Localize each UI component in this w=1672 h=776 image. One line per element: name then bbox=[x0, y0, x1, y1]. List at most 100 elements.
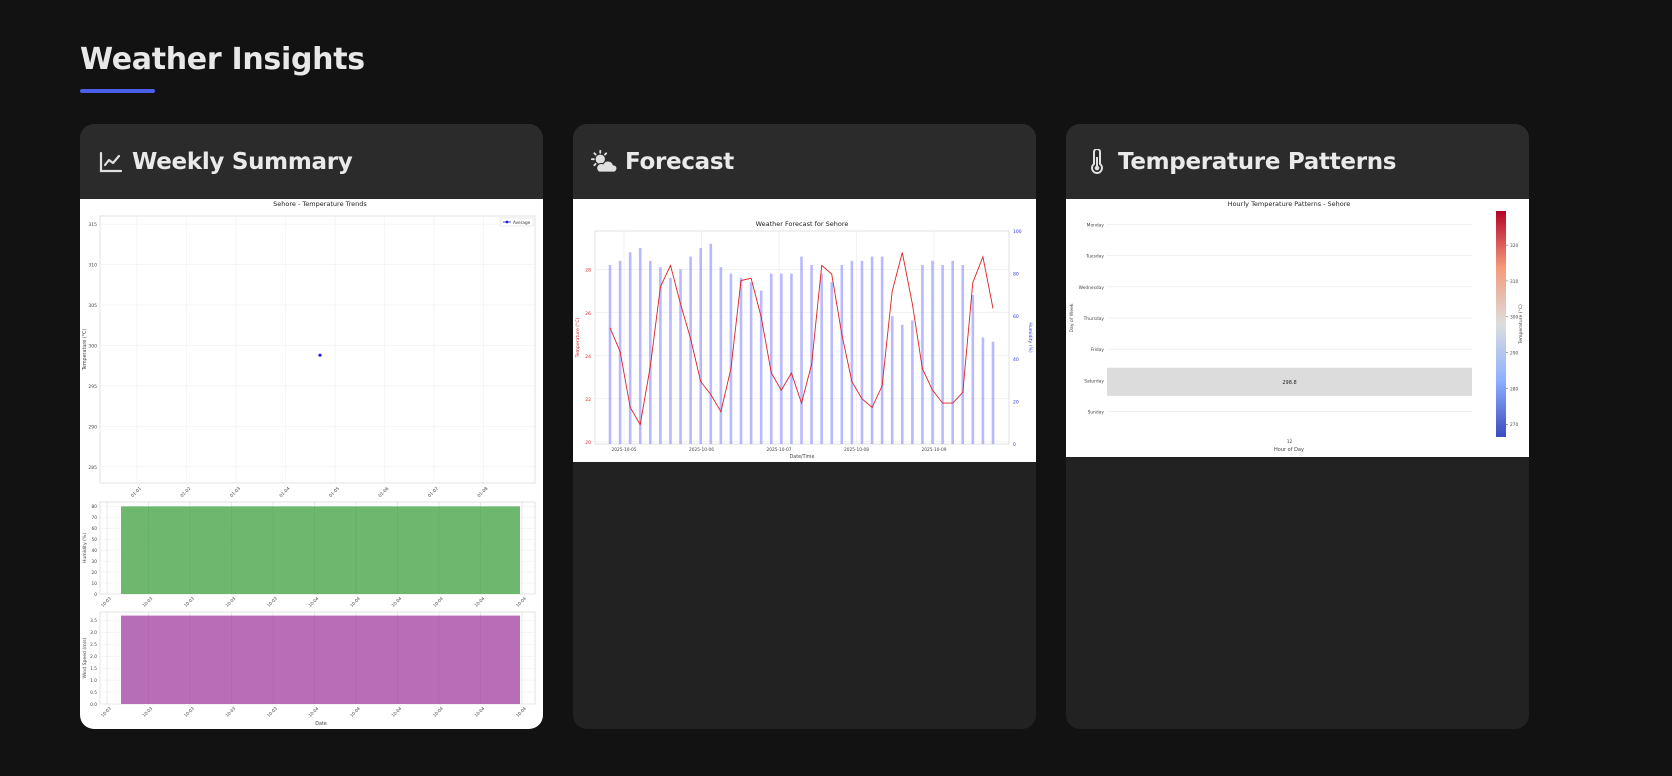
weekly-summary-svg: Sehore - Temperature Trends2852902953003… bbox=[82, 200, 536, 727]
forecast-humidity-bar bbox=[870, 256, 874, 444]
humidity-xtick: 10-03 bbox=[266, 596, 278, 608]
temp-trends-xtick: 01-03 bbox=[229, 486, 242, 499]
weekly-summary-chart: Sehore - Temperature Trends 285 290 295 300 3… bbox=[80, 199, 543, 729]
wind-xtick: 10-04 bbox=[473, 706, 485, 718]
forecast-humidity-bar bbox=[941, 265, 944, 444]
colorbar-tick-label: 270 bbox=[1510, 422, 1518, 428]
forecast-humidity-bar bbox=[679, 269, 682, 444]
temp-trends-ytick: 285 bbox=[88, 465, 97, 471]
patterns-title: Hourly Temperature Patterns - Sehore bbox=[1228, 200, 1351, 208]
forecast-humidity-bar bbox=[860, 260, 864, 444]
humidity-ylabel: Humidity (%) bbox=[82, 533, 88, 563]
forecast-chart: Weather Forecast for Sehore 20 22 24 26 28 0 20… bbox=[573, 199, 1036, 462]
wind-ytick: 1.5 bbox=[90, 666, 97, 672]
wind-ytick: 0.0 bbox=[90, 702, 97, 708]
temp-trends-legend-label: Average bbox=[513, 220, 531, 225]
forecast-humidity-bar bbox=[931, 260, 934, 444]
temp-trends-title: Sehore - Temperature Trends bbox=[273, 200, 367, 208]
wind-ytick: 0.5 bbox=[90, 690, 97, 696]
wind-ylabel: Wind Speed (m/s) bbox=[82, 637, 88, 678]
humidity-xtick: 10-04 bbox=[432, 596, 444, 608]
forecast-humidity-bar bbox=[689, 256, 692, 444]
forecast-y2tick: 80 bbox=[1013, 272, 1019, 278]
forecast-humidity-bar bbox=[628, 252, 632, 444]
colorbar-tick-label: 290 bbox=[1510, 350, 1518, 356]
forecast-y2tick: 60 bbox=[1013, 314, 1019, 320]
forecast-humidity-bar bbox=[749, 282, 753, 444]
forecast-ytick: 24 bbox=[585, 354, 591, 360]
colorbar-tick-label: 320 bbox=[1510, 243, 1518, 249]
forecast-humidity-bar bbox=[769, 273, 773, 444]
patterns-day-label: Saturday bbox=[1084, 378, 1104, 384]
humidity-xtick: 10-03 bbox=[224, 596, 236, 608]
humidity-xtick: 10-04 bbox=[473, 596, 485, 608]
forecast-humidity-bar bbox=[719, 267, 723, 444]
humidity-xtick: 10-03 bbox=[183, 596, 195, 608]
page-title: Weather Insights bbox=[80, 42, 365, 77]
forecast-humidity-bar bbox=[900, 324, 904, 444]
forecast-ytick: 26 bbox=[585, 311, 591, 317]
forecast-humidity-bar bbox=[699, 248, 703, 444]
forecast-y2tick: 20 bbox=[1013, 399, 1019, 405]
forecast-y2tick: 0 bbox=[1013, 442, 1016, 448]
humidity-bar bbox=[121, 506, 520, 594]
humidity-xtick: 10-03 bbox=[100, 596, 112, 608]
colorbar-label: Temperature (°C) bbox=[1518, 304, 1524, 345]
wind-xtick: 10-04 bbox=[307, 706, 319, 718]
forecast-ytick: 20 bbox=[585, 440, 591, 446]
humidity-xtick: 10-03 bbox=[141, 596, 153, 608]
forecast-humidity-bar bbox=[890, 316, 894, 444]
wind-xtick: 10-03 bbox=[266, 706, 278, 718]
humidity-ytick: 70 bbox=[92, 515, 98, 521]
temp-trends-legend-marker bbox=[505, 220, 509, 224]
humidity-ytick: 60 bbox=[92, 526, 98, 532]
weekly-summary-card: Weekly Summary Sehore - Temperature Tren… bbox=[80, 124, 543, 729]
forecast-humidity-bar bbox=[780, 273, 783, 444]
title-underline bbox=[80, 89, 155, 93]
forecast-humidity-bar bbox=[739, 277, 743, 444]
wind-xtick: 10-04 bbox=[349, 706, 361, 718]
temp-trends-xtick: 01-05 bbox=[328, 486, 341, 499]
wind-xtick: 10-03 bbox=[141, 706, 153, 718]
forecast-humidity-bar bbox=[961, 265, 965, 444]
temperature-patterns-title: Temperature Patterns bbox=[1118, 148, 1397, 175]
forecast-ytick: 28 bbox=[585, 268, 591, 274]
forecast-humidity-bar bbox=[921, 265, 924, 444]
wind-ytick: 1.0 bbox=[90, 678, 97, 684]
wind-ytick: 3.0 bbox=[90, 630, 97, 636]
forecast-humidity-bar bbox=[971, 294, 975, 444]
humidity-ytick: 40 bbox=[92, 548, 98, 554]
patterns-day-label: Monday bbox=[1087, 223, 1105, 229]
temp-trends-xtick: 01-04 bbox=[278, 486, 291, 499]
patterns-day-label: Tuesday bbox=[1085, 254, 1104, 260]
humidity-ytick: 80 bbox=[92, 504, 98, 510]
forecast-humidity-bar bbox=[709, 243, 713, 444]
forecast-humidity-bar bbox=[649, 260, 652, 444]
temp-trends-point bbox=[318, 353, 322, 357]
patterns-xlabel: Hour of Day bbox=[1274, 447, 1304, 453]
forecast-humidity-bar bbox=[790, 273, 793, 444]
forecast-ytick: 22 bbox=[585, 397, 591, 403]
forecast-humidity-bar bbox=[608, 265, 612, 444]
colorbar-tick-label: 300 bbox=[1510, 315, 1518, 321]
humidity-xtick: 10-04 bbox=[307, 596, 319, 608]
wind-xtick: 10-04 bbox=[390, 706, 402, 718]
forecast-humidity-bar bbox=[638, 248, 642, 444]
forecast-chart-title: Weather Forecast for Sehore bbox=[756, 220, 849, 228]
forecast-humidity-bar bbox=[951, 260, 954, 444]
forecast-xtick: 2025-10-07 bbox=[767, 447, 792, 453]
humidity-ytick: 50 bbox=[92, 537, 98, 543]
forecast-xtick: 2025-10-08 bbox=[844, 447, 869, 453]
forecast-card: Forecast Weather Forecast for Sehore 20 22… bbox=[573, 124, 1036, 729]
weekly-summary-title: Weekly Summary bbox=[132, 148, 353, 175]
humidity-xtick: 10-04 bbox=[349, 596, 361, 608]
colorbar-tick-label: 310 bbox=[1510, 279, 1518, 285]
patterns-day-label: Wednesday bbox=[1079, 285, 1105, 291]
wind-xtick: 10-03 bbox=[183, 706, 195, 718]
humidity-xtick: 10-04 bbox=[515, 596, 527, 608]
wind-xtick: 10-03 bbox=[224, 706, 236, 718]
wind-xtick: 10-03 bbox=[100, 706, 112, 718]
temperature-patterns-header: Temperature Patterns bbox=[1066, 124, 1529, 199]
humidity-ytick: 30 bbox=[92, 559, 98, 565]
patterns-hour-tick: 12 bbox=[1287, 439, 1293, 445]
